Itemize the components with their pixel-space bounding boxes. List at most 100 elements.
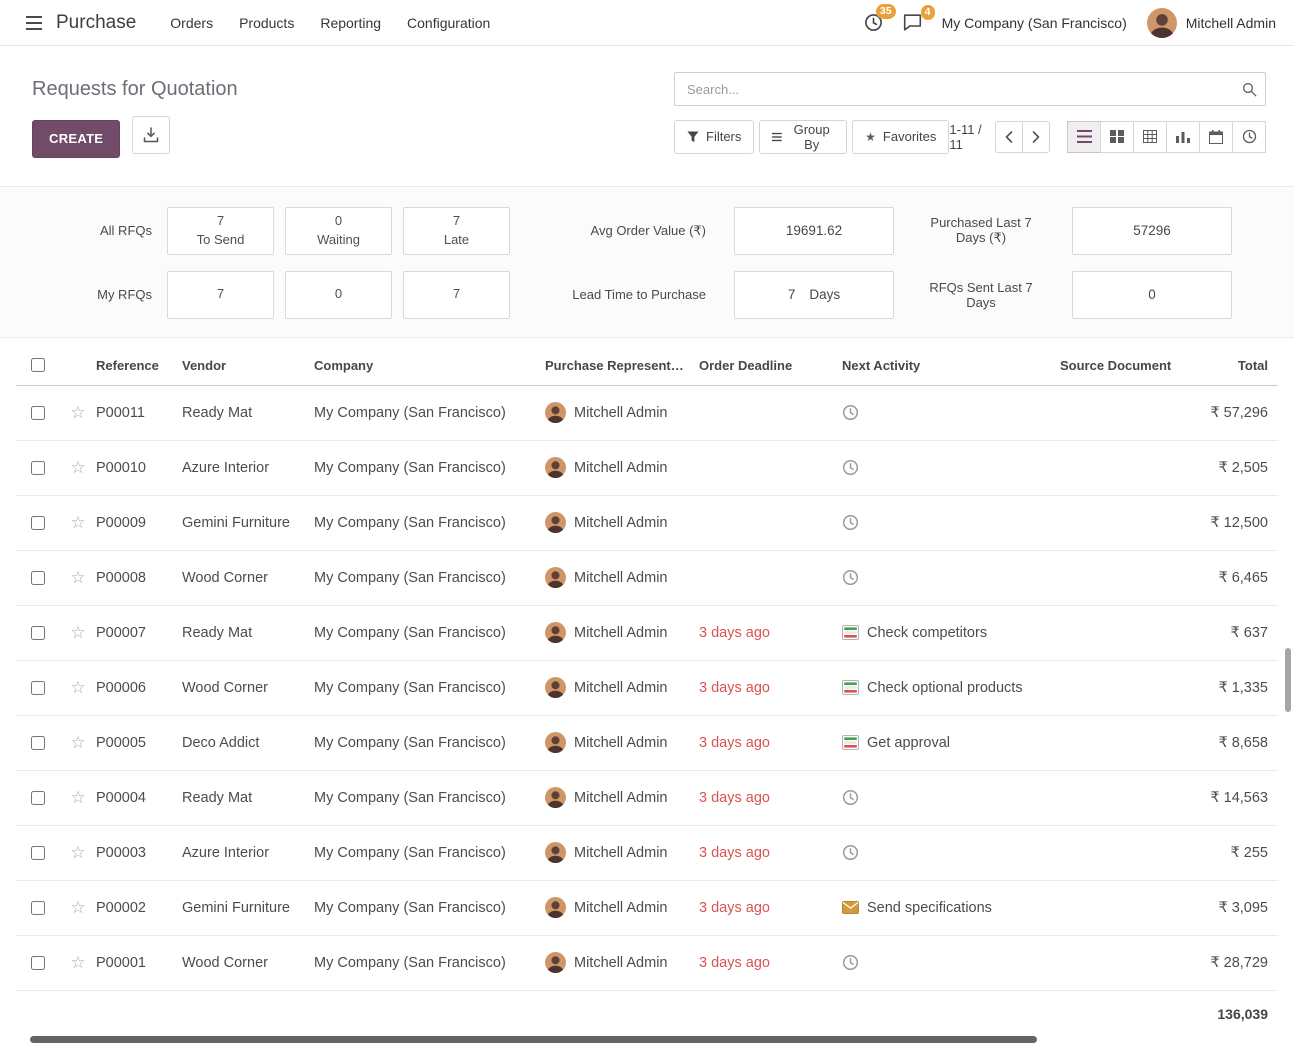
next-activity[interactable] [842,514,1060,531]
footer-total: 136,039 [1190,1006,1278,1022]
column-header-next-activity[interactable]: Next Activity [842,358,1060,373]
favorite-star-icon[interactable]: ☆ [70,404,85,421]
menu-item-configuration[interactable]: Configuration [407,15,490,31]
vertical-scrollbar[interactable] [1285,648,1291,712]
favorite-star-icon[interactable]: ☆ [70,514,85,531]
menu-item-orders[interactable]: Orders [170,15,213,31]
next-activity[interactable] [842,404,1060,421]
group-by-button[interactable]: Group By [759,120,847,154]
user-menu[interactable]: Mitchell Admin [1147,8,1276,38]
export-button[interactable] [132,116,170,154]
favorites-star-icon: ★ [865,130,876,144]
favorite-star-icon[interactable]: ☆ [70,569,85,586]
favorite-star-icon[interactable]: ☆ [70,899,85,916]
column-header-purchase-representative[interactable]: Purchase Representative [545,358,699,373]
list-view-icon [1077,130,1092,143]
table-row[interactable]: ☆ P00005 Deco Addict My Company (San Fra… [16,716,1278,771]
table-row[interactable]: ☆ P00010 Azure Interior My Company (San … [16,441,1278,496]
avg-order-value-label: Avg Order Value (₹) [560,207,710,255]
activities-systray-button[interactable]: 35 [864,13,883,32]
column-header-order-deadline[interactable]: Order Deadline [699,358,842,373]
next-activity[interactable]: Get approval [842,735,1060,751]
view-switch-activity-button[interactable] [1232,121,1266,153]
favorite-star-icon[interactable]: ☆ [70,459,85,476]
apps-menu-icon[interactable] [26,16,42,30]
next-activity[interactable] [842,459,1060,476]
row-checkbox[interactable] [31,406,45,420]
view-switch-calendar-button[interactable] [1199,121,1233,153]
favorite-star-icon[interactable]: ☆ [70,789,85,806]
messages-systray-button[interactable]: 4 [903,14,922,31]
menu-item-products[interactable]: Products [239,15,294,31]
favorite-star-icon[interactable]: ☆ [70,844,85,861]
company-switcher[interactable]: My Company (San Francisco) [942,15,1127,31]
row-checkbox[interactable] [31,516,45,530]
row-checkbox[interactable] [31,681,45,695]
avatar [545,842,566,863]
table-row[interactable]: ☆ P00008 Wood Corner My Company (San Fra… [16,551,1278,606]
column-header-vendor[interactable]: Vendor [182,358,314,373]
my-waiting-button[interactable]: 0 [285,271,392,319]
column-header-total[interactable]: Total [1190,358,1278,373]
view-switch-graph-button[interactable] [1166,121,1200,153]
pager-previous-button[interactable] [995,121,1023,153]
column-header-source-document[interactable]: Source Document [1060,358,1190,373]
view-switch-list-button[interactable] [1067,121,1101,153]
row-checkbox[interactable] [31,901,45,915]
chevron-left-icon [1005,131,1013,143]
all-to-send-button[interactable]: 7 To Send [167,207,274,255]
menu-item-reporting[interactable]: Reporting [320,15,381,31]
next-activity[interactable]: Check optional products [842,680,1060,696]
next-activity[interactable]: Send specifications [842,900,1060,916]
search-icon[interactable] [1242,80,1257,97]
my-late-button[interactable]: 7 [403,271,510,319]
view-switch-pivot-button[interactable] [1133,121,1167,153]
next-activity[interactable] [842,954,1060,971]
pager-next-button[interactable] [1022,121,1050,153]
table-row[interactable]: ☆ P00006 Wood Corner My Company (San Fra… [16,661,1278,716]
search-input[interactable] [674,72,1266,106]
filters-button[interactable]: Filters [674,120,754,154]
rfq-list: Reference Vendor Company Purchase Repres… [16,346,1278,1037]
avatar [545,952,566,973]
row-checkbox[interactable] [31,626,45,640]
table-row[interactable]: ☆ P00007 Ready Mat My Company (San Franc… [16,606,1278,661]
vendor: Ready Mat [182,790,314,806]
row-checkbox[interactable] [31,736,45,750]
favorite-star-icon[interactable]: ☆ [70,679,85,696]
table-row[interactable]: ☆ P00009 Gemini Furniture My Company (Sa… [16,496,1278,551]
table-row[interactable]: ☆ P00011 Ready Mat My Company (San Franc… [16,386,1278,441]
lead-time-unit: Days [809,287,840,302]
table-row[interactable]: ☆ P00003 Azure Interior My Company (San … [16,826,1278,881]
favorite-star-icon[interactable]: ☆ [70,734,85,751]
select-all-checkbox[interactable] [31,358,45,372]
row-checkbox[interactable] [31,846,45,860]
graph-view-icon [1176,130,1190,143]
table-row[interactable]: ☆ P00002 Gemini Furniture My Company (Sa… [16,881,1278,936]
company: My Company (San Francisco) [314,515,545,531]
page-title: Requests for Quotation [32,78,238,100]
all-waiting-button[interactable]: 0 Waiting [285,207,392,255]
row-checkbox[interactable] [31,791,45,805]
row-checkbox[interactable] [31,461,45,475]
next-activity[interactable] [842,844,1060,861]
column-header-reference[interactable]: Reference [96,358,182,373]
table-row[interactable]: ☆ P00004 Ready Mat My Company (San Franc… [16,771,1278,826]
next-activity[interactable] [842,569,1060,586]
row-checkbox[interactable] [31,571,45,585]
favorite-star-icon[interactable]: ☆ [70,954,85,971]
create-button[interactable]: CREATE [32,120,120,158]
column-header-company[interactable]: Company [314,358,545,373]
all-late-button[interactable]: 7 Late [403,207,510,255]
app-name[interactable]: Purchase [56,12,136,34]
pager-value[interactable]: 1-11 / 11 [949,122,987,152]
next-activity[interactable]: Check competitors [842,625,1060,641]
favorite-star-icon[interactable]: ☆ [70,624,85,641]
view-switch-kanban-button[interactable] [1100,121,1134,153]
row-checkbox[interactable] [31,956,45,970]
horizontal-scrollbar[interactable] [30,1036,1037,1043]
favorites-button[interactable]: ★ Favorites [852,120,949,154]
my-to-send-button[interactable]: 7 [167,271,274,319]
table-row[interactable]: ☆ P00001 Wood Corner My Company (San Fra… [16,936,1278,991]
next-activity[interactable] [842,789,1060,806]
